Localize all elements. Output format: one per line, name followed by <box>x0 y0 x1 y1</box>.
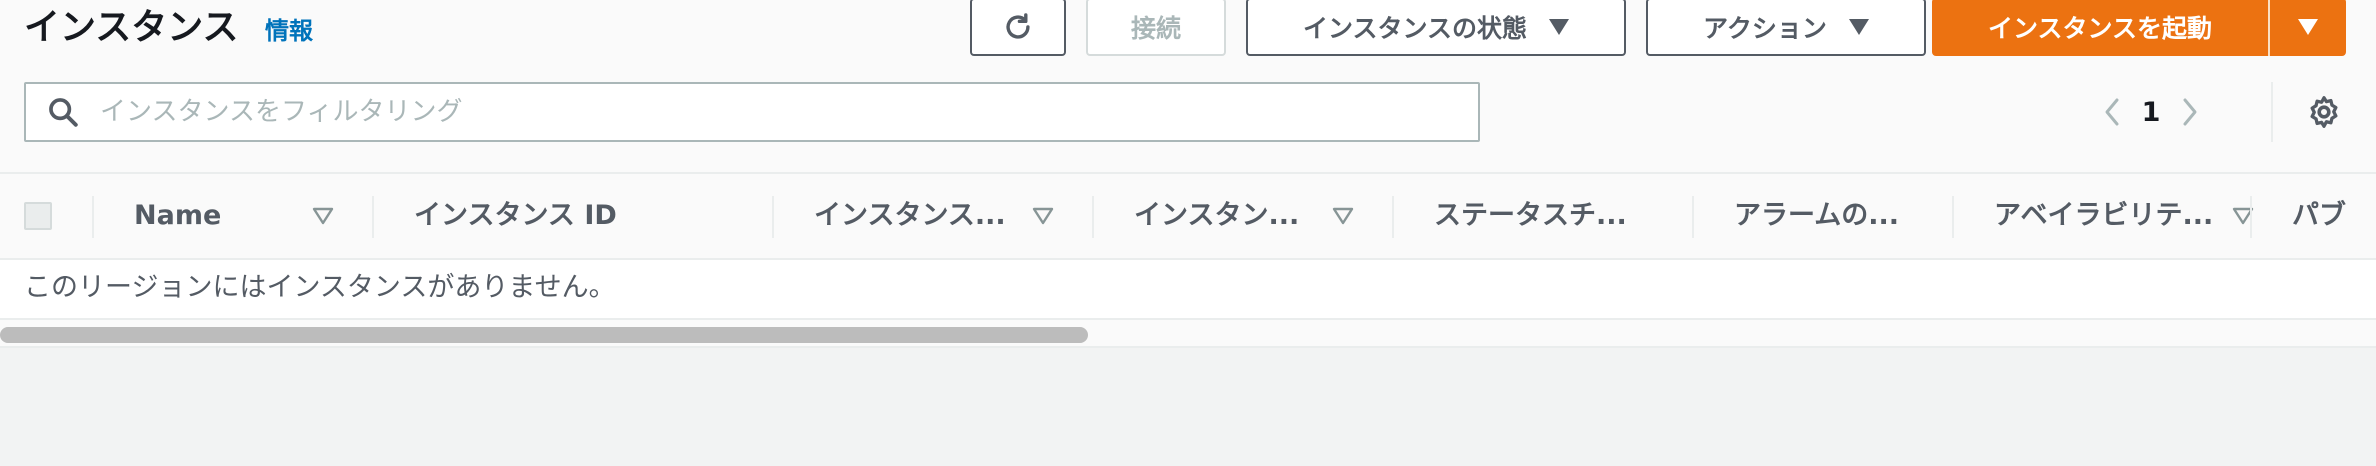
connect-label: 接続 <box>1130 14 1181 43</box>
pagination-divider <box>2271 82 2273 142</box>
sort-icon[interactable] <box>1032 206 1054 226</box>
column-header-instance-id[interactable]: インスタンス ID <box>414 198 617 234</box>
chevron-right-icon <box>2183 98 2197 126</box>
refresh-button[interactable] <box>970 0 1066 56</box>
page-number[interactable]: 1 <box>2132 97 2170 128</box>
column-divider <box>1092 196 1094 238</box>
launch-options-dropdown[interactable] <box>2270 0 2346 56</box>
select-all-checkbox[interactable] <box>24 202 52 230</box>
column-header-status-check[interactable]: ステータスチ... <box>1434 198 1627 234</box>
launch-instances-split-button: インスタンスを起動 <box>1932 0 2346 56</box>
filter-search-box <box>24 82 1480 142</box>
refresh-icon <box>1006 13 1030 39</box>
caret-down-icon <box>2298 19 2318 35</box>
column-divider <box>92 196 94 238</box>
column-header-availability-zone[interactable]: アベイラビリテ... <box>1994 198 2213 234</box>
actions-dropdown[interactable]: アクション <box>1646 0 1926 56</box>
actions-label: アクション <box>1703 14 1827 43</box>
sort-icon[interactable] <box>1332 206 1354 226</box>
column-divider <box>1392 196 1394 238</box>
column-divider <box>372 196 374 238</box>
column-divider <box>2250 196 2252 238</box>
chevron-left-icon <box>2105 98 2119 126</box>
gear-icon[interactable] <box>2306 94 2342 130</box>
column-header-public-dns[interactable]: パブ <box>2292 198 2346 234</box>
column-header-instance-type[interactable]: インスタン... <box>1134 198 1299 234</box>
next-page-button[interactable] <box>2170 92 2210 132</box>
column-header-name[interactable]: Name <box>134 198 221 234</box>
column-header-alarm-status[interactable]: アラームの... <box>1734 198 1899 234</box>
table-row-border <box>0 318 2376 320</box>
launch-label: インスタンスを起動 <box>1987 14 2212 43</box>
filter-input[interactable] <box>98 96 1462 128</box>
pagination: 1 <box>2092 92 2210 132</box>
caret-down-icon <box>1549 19 1569 35</box>
column-divider <box>772 196 774 238</box>
search-icon <box>49 98 78 127</box>
instance-state-dropdown[interactable]: インスタンスの状態 <box>1246 0 1626 56</box>
column-divider <box>1692 196 1694 238</box>
sort-icon[interactable] <box>312 206 334 226</box>
page-title: インスタンス <box>24 7 239 48</box>
launch-instances-button[interactable]: インスタンスを起動 <box>1932 0 2270 56</box>
previous-page-button[interactable] <box>2092 92 2132 132</box>
column-header-instance-state[interactable]: インスタンス... <box>814 198 1006 234</box>
horizontal-scrollbar[interactable] <box>0 327 1088 343</box>
info-link[interactable]: 情報 <box>265 16 313 46</box>
instance-state-label: インスタンスの状態 <box>1302 14 1527 43</box>
connect-button[interactable]: 接続 <box>1086 0 1226 56</box>
panel-bottom-border <box>0 346 2376 348</box>
caret-down-icon <box>1848 19 1869 35</box>
empty-table-message: このリージョンにはインスタンスがありません。 <box>24 272 616 303</box>
column-divider <box>1952 196 1954 238</box>
